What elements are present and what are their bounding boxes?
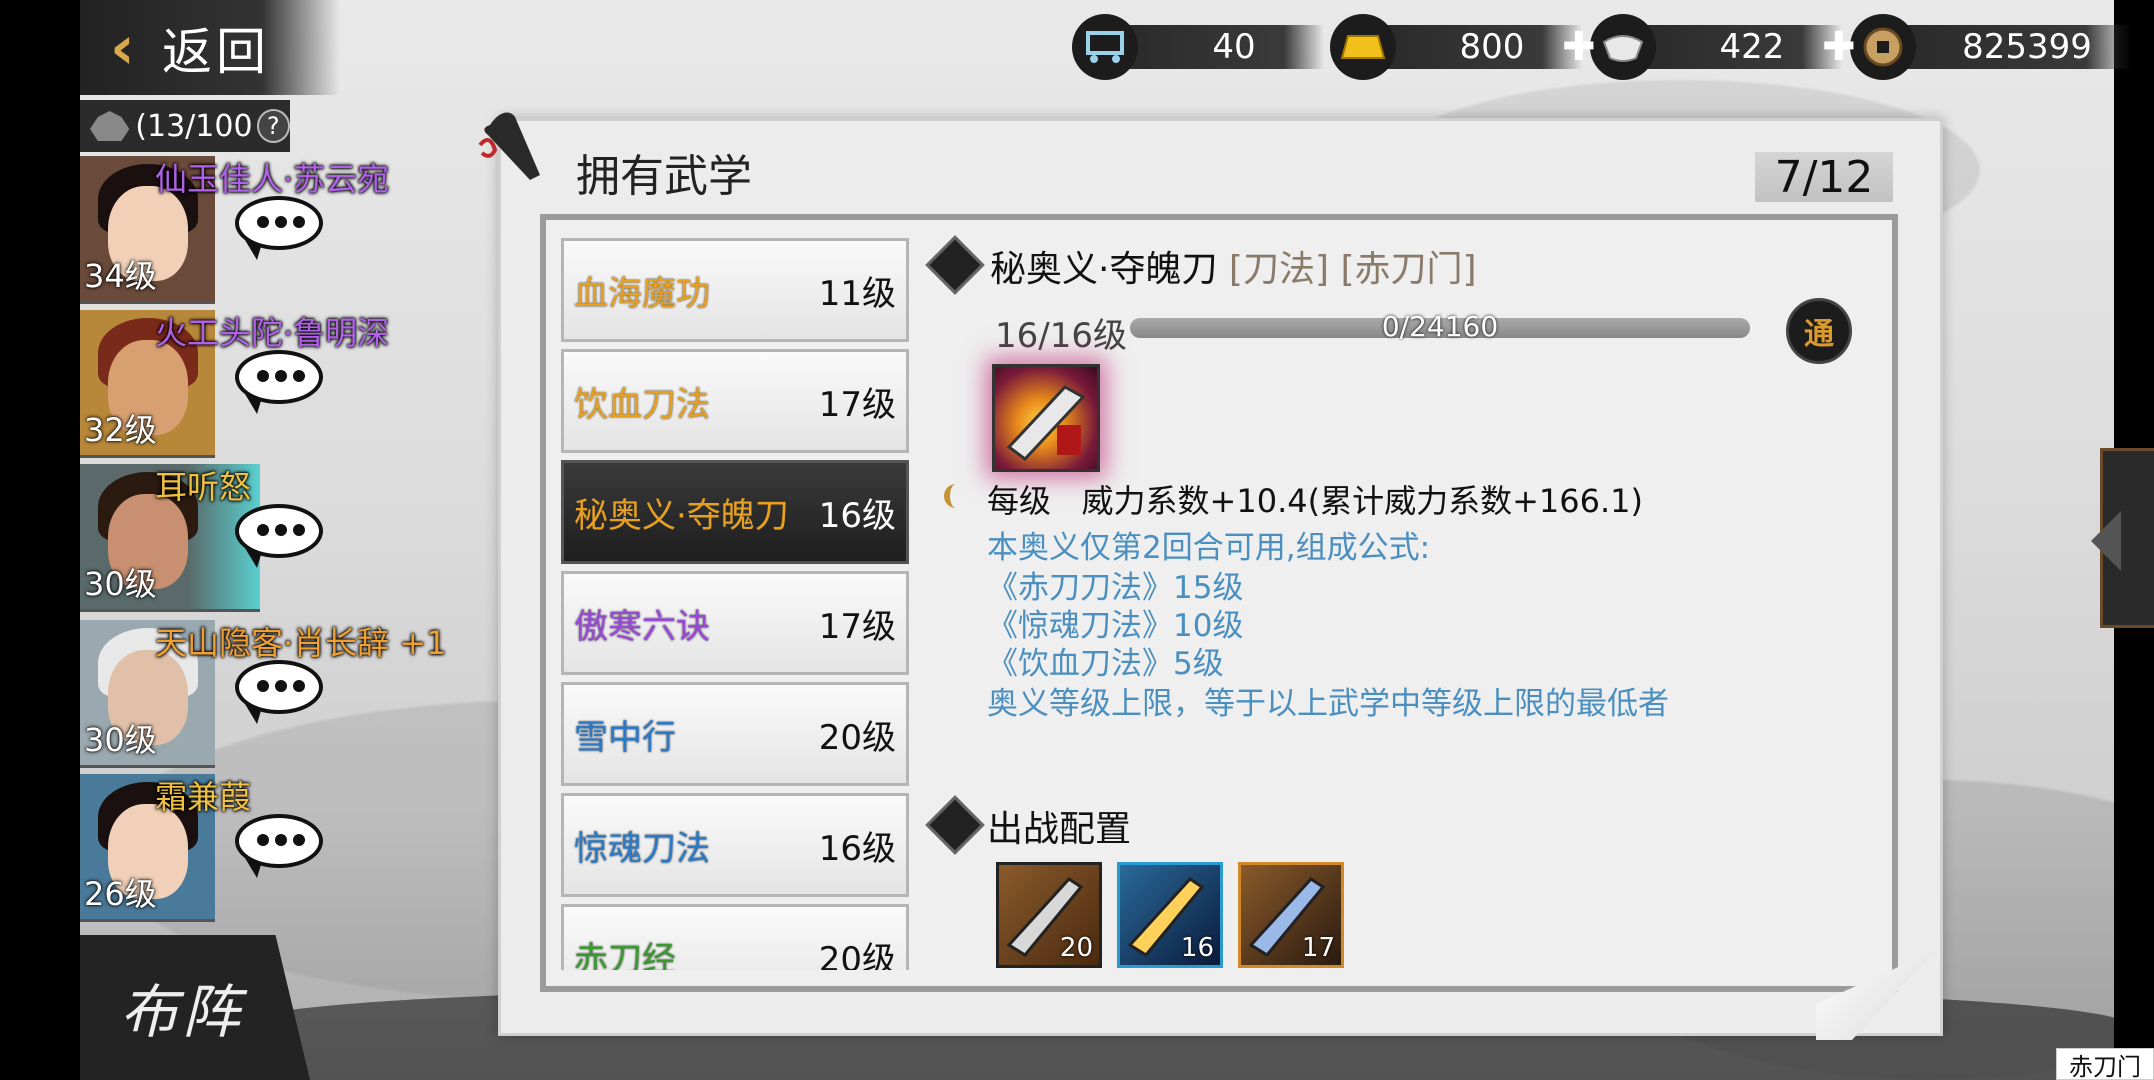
skill-item-selected[interactable]: 秘奥义·夺魄刀 16级 — [561, 460, 909, 564]
skill-name: 赤刀经 — [574, 939, 676, 971]
resource-value: 800 — [1382, 25, 1582, 69]
hero-level: 30级 — [84, 721, 157, 759]
formation-label: 布阵 — [120, 978, 245, 1046]
page-indicator: 7/12 — [1755, 152, 1893, 203]
skill-detail-tags: [刀法] [赤刀门] — [1228, 249, 1477, 290]
back-button[interactable]: ‹ 返回 — [80, 0, 340, 95]
crescent-icon — [944, 484, 968, 508]
skill-desc-line: 本奥义仅第2回合可用,组成公式: — [987, 530, 1431, 566]
hero-card[interactable]: 26级 霜兼葭 — [80, 774, 380, 924]
hero-level: 34级 — [84, 257, 157, 295]
resource-cart: 40 — [1072, 14, 1324, 80]
resource-value: 422 — [1642, 25, 1842, 69]
exp-value: 0/24160 — [1381, 310, 1499, 343]
skill-level: 20级 — [818, 717, 896, 758]
skill-name: 雪中行 — [574, 717, 676, 758]
slot-level: 20 — [1059, 933, 1093, 963]
chevron-left-icon: ‹ — [110, 12, 135, 83]
effect-prefix: 每级 — [987, 482, 1052, 520]
formation-button[interactable]: 布阵 — [80, 935, 310, 1080]
hero-card[interactable]: 30级 天山隐客·肖长辞 +1 — [80, 620, 447, 770]
panel-title: 拥有武学 — [576, 151, 752, 202]
effect-text: 威力系数+10.4(累计威力系数+166.1) — [1081, 482, 1643, 520]
hero-level: 32级 — [84, 411, 157, 449]
mastery-badge[interactable]: 通 — [1786, 298, 1852, 364]
skill-item[interactable]: 血海魔功 11级 — [561, 238, 909, 342]
hero-level: 26级 — [84, 875, 157, 913]
roster-count-text: (13/100 — [135, 108, 253, 144]
left-letterbox — [0, 0, 80, 1080]
loadout-slot[interactable]: 17 — [1238, 862, 1344, 968]
slot-level: 17 — [1301, 933, 1335, 963]
resource-silver: 422 ✚ — [1590, 14, 1856, 80]
chat-bubble-icon[interactable] — [235, 196, 325, 260]
skill-desc-line: 奥义等级上限，等于以上武学中等级上限的最低者 — [987, 686, 1669, 722]
cart-icon — [1072, 14, 1138, 80]
chat-bubble-icon[interactable] — [235, 660, 325, 724]
skill-detail-level: 16/16级 — [995, 316, 1127, 356]
back-label: 返回 — [162, 22, 270, 81]
skill-item[interactable]: 雪中行 20级 — [561, 682, 909, 786]
hero-card[interactable]: 32级 火工头陀·鲁明深 — [80, 310, 389, 460]
slot-level: 16 — [1180, 933, 1214, 963]
hero-name: 火工头陀·鲁明深 — [155, 314, 390, 352]
hero-name: 仙玉佳人·苏云宛 — [155, 160, 390, 198]
resource-value: 40 — [1124, 25, 1324, 69]
skill-item[interactable]: 饮血刀法 17级 — [561, 349, 909, 453]
skill-level: 17级 — [818, 606, 896, 647]
tooltip: 赤刀门 — [2056, 1048, 2154, 1080]
hero-name: 霜兼葭 — [155, 778, 252, 816]
skill-detail-title: 秘奥义·夺魄刀 [刀法] [赤刀门] — [990, 240, 1477, 292]
chat-bubble-icon[interactable] — [235, 350, 325, 414]
side-expand-tab[interactable] — [2091, 448, 2154, 628]
resource-copper: 825399 — [1850, 14, 2132, 80]
loadout-title: 出战配置 — [987, 809, 1132, 850]
skill-level: 16级 — [818, 828, 896, 869]
hero-name: 天山隐客·肖长辞 +1 — [155, 624, 447, 662]
silver-ingot-icon — [1590, 14, 1656, 80]
skill-level: 16级 — [818, 495, 896, 536]
loadout-slot[interactable]: 16 — [1117, 862, 1223, 968]
dart-icon — [470, 105, 560, 195]
help-icon[interactable]: ? — [256, 109, 290, 143]
chevron-left-icon — [2091, 511, 2121, 571]
blade-skill-icon — [992, 364, 1100, 472]
roster-count: (13/100 ? — [80, 100, 290, 152]
add-gold-button[interactable]: ✚ — [1562, 24, 1596, 70]
skill-level: 11级 — [818, 273, 896, 314]
resource-value: 825399 — [1902, 25, 2132, 69]
skill-level: 20级 — [818, 939, 896, 971]
add-silver-button[interactable]: ✚ — [1822, 24, 1856, 70]
hat-icon — [90, 111, 130, 141]
hero-card[interactable]: 30级 耳听怒 — [80, 464, 380, 614]
skill-name: 惊魂刀法 — [574, 828, 710, 869]
loadout-slot[interactable]: 20 — [996, 862, 1102, 968]
skill-desc-line: 《饮血刀法》5级 — [987, 646, 1224, 682]
skill-item[interactable]: 傲寒六诀 17级 — [561, 571, 909, 675]
skill-item[interactable]: 惊魂刀法 16级 — [561, 793, 909, 897]
copper-coin-icon — [1850, 14, 1916, 80]
gold-bar-icon — [1330, 14, 1396, 80]
skill-name: 血海魔功 — [574, 273, 710, 314]
exp-bar: 0/24160 — [1130, 310, 1750, 343]
skill-level: 17级 — [818, 384, 896, 425]
chat-bubble-icon[interactable] — [235, 504, 325, 568]
hero-card[interactable]: 34级 仙玉佳人·苏云宛 — [80, 156, 389, 306]
hero-name: 耳听怒 — [155, 468, 252, 506]
skill-name: 傲寒六诀 — [574, 606, 710, 647]
skill-name: 饮血刀法 — [574, 384, 710, 425]
skill-effect: 每级 威力系数+10.4(累计威力系数+166.1) — [987, 476, 1643, 522]
chat-bubble-icon[interactable] — [235, 814, 325, 878]
skill-name: 秘奥义·夺魄刀 — [574, 495, 789, 536]
hero-level: 30级 — [84, 565, 157, 603]
skill-detail-name: 秘奥义·夺魄刀 — [990, 249, 1218, 290]
skill-list[interactable]: 血海魔功 11级 饮血刀法 17级 秘奥义·夺魄刀 16级 傲寒六诀 17级 雪… — [555, 234, 917, 970]
skill-item[interactable]: 赤刀经 20级 — [561, 904, 909, 970]
resource-gold: 800 ✚ — [1330, 14, 1596, 80]
